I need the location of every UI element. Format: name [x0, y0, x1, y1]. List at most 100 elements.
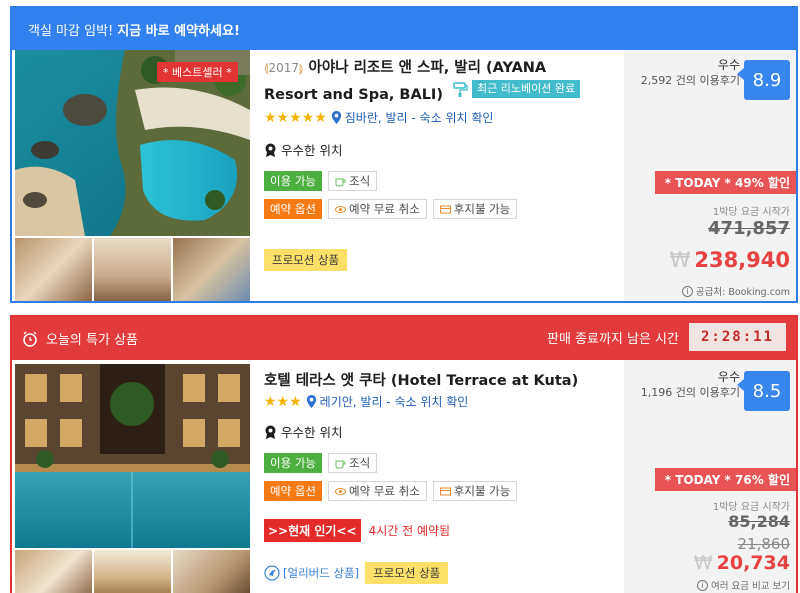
promo-tag: 프로모션 상품: [365, 562, 449, 584]
sale-price-value: 238,940: [694, 248, 790, 272]
score-badge: 8.9: [737, 60, 790, 100]
feature-text: 우수한 위치: [281, 143, 343, 158]
hotel-main-photo[interactable]: [15, 364, 250, 548]
room-thumbnail-3[interactable]: [173, 238, 250, 301]
discount-badge: * TODAY * 49% 할인: [654, 171, 796, 194]
medal-icon: [265, 143, 276, 157]
per-night-label: 1박당 요금 시작가: [712, 207, 790, 218]
hot-badge: >>현재 인기<<: [264, 519, 361, 542]
banner-cta: 지금 바로 예약하세요!: [117, 23, 240, 39]
eye-icon: [334, 205, 346, 213]
info-icon: i: [697, 579, 709, 591]
promo-row: [얼리버드 상품] 프로모션 상품: [264, 562, 624, 584]
star-location-line: ★★★★★ 짐바란, 발리 - 숙소 위치 확인: [264, 109, 624, 126]
rating-text: 우수: [717, 370, 740, 384]
sale-price[interactable]: ₩238,940: [670, 248, 790, 272]
compare-text: 여러 요금 비교 보기: [711, 581, 790, 592]
hotel-title[interactable]: ⟬2017⟭ 아야나 리조트 앤 스파, 발리 (AYANA: [264, 56, 624, 80]
map-pin-icon: [306, 395, 316, 408]
free-cancel-label: 예약 무료 취소: [348, 484, 420, 498]
review-count: 1,196 건의 이용후기: [640, 386, 740, 399]
pay-later-label: 후지불 가능: [453, 202, 511, 216]
pay-later-label: 후지불 가능: [453, 484, 511, 498]
thumbnail-strip[interactable]: [15, 550, 250, 593]
tag-row-2: 예약 옵션 예약 무료 취소 후지불 가능: [264, 481, 624, 501]
recent-booking-text: 4시간 전 예약됨: [368, 524, 451, 538]
room-thumbnail-2[interactable]: [94, 238, 171, 301]
urgency-banner: 객실 마감 임박! 지금 바로 예약하세요!: [12, 8, 796, 50]
pay-later-tag: 후지불 가능: [432, 481, 518, 501]
hotel-title-line2[interactable]: Resort and Spa, BALI) 최근 리노베이션 완료: [264, 80, 624, 107]
score-badge: 8.5: [737, 371, 790, 411]
options-tag: 예약 옵션: [264, 481, 322, 501]
original-price: 85,284: [728, 512, 790, 531]
hotel-name-line2: Resort and Spa, BALI): [264, 87, 443, 103]
free-cancel-label: 예약 무료 취소: [348, 202, 420, 216]
pool-courtyard-image: [15, 364, 250, 548]
location-link[interactable]: 레기안, 발리 - 숙소 위치 확인: [320, 393, 469, 410]
star-location-line: ★★★ 레기안, 발리 - 숙소 위치 확인: [264, 393, 624, 410]
promo-tag: 프로모션 상품: [264, 249, 348, 271]
sale-price[interactable]: ₩20,734: [694, 552, 790, 574]
breakfast-tag: 조식: [327, 171, 378, 191]
room-thumbnail-1[interactable]: [15, 550, 92, 593]
thumbnail-strip[interactable]: [15, 238, 250, 301]
per-night-label: 1박당 요금 시작가: [712, 502, 790, 513]
free-cancel-tag: 예약 무료 취소: [327, 199, 427, 219]
location-link[interactable]: 짐바란, 발리 - 숙소 위치 확인: [345, 109, 494, 126]
map-pin-icon: [331, 111, 341, 124]
provider-text: 공급처: Booking.com: [695, 287, 790, 298]
deal-banner: 오늘의 특가 상품 판매 종료까지 남은 시간 2:28:11: [12, 317, 796, 360]
eye-icon: [334, 487, 346, 495]
promo-row: 프로모션 상품: [264, 249, 624, 271]
tag-row-1: 이용 가능 조식: [264, 453, 624, 473]
alarm-clock-icon: [23, 331, 37, 347]
price-panel[interactable]: 우수 2,592 건의 이용후기 8.9 * TODAY * 49% 할인 1박…: [624, 50, 796, 301]
deal-title: 오늘의 특가 상품: [46, 333, 138, 348]
early-bird-tag: [얼리버드 상품]: [283, 566, 360, 580]
medal-icon: [265, 425, 276, 439]
currency-symbol: ₩: [669, 248, 691, 272]
popularity-row: >>현재 인기<< 4시간 전 예약됨: [264, 519, 624, 542]
hotel-info: 호텔 테라스 앳 쿠타 (Hotel Terrace at Kuta) ★★★ …: [264, 369, 624, 584]
room-thumbnail-3[interactable]: [173, 550, 250, 593]
card-icon: [439, 487, 451, 495]
room-thumbnail-2[interactable]: [94, 550, 171, 593]
bestseller-badge: * 베스트셀러 *: [157, 62, 238, 82]
discount-badge: * TODAY * 76% 할인: [654, 468, 796, 491]
compare-prices-link[interactable]: i 여러 요금 비교 보기: [697, 578, 790, 592]
provider-info[interactable]: i 공급처: Booking.com: [681, 284, 790, 298]
review-count: 2,592 건의 이용후기: [640, 74, 740, 87]
currency-symbol: ₩: [693, 552, 713, 574]
sale-price-value: 20,734: [716, 552, 790, 574]
price-panel[interactable]: 우수 1,196 건의 이용후기 8.5 * TODAY * 76% 할인 1박…: [624, 360, 796, 593]
tag-row-1: 이용 가능 조식: [264, 171, 624, 191]
countdown-timer: 2:28:11: [688, 323, 786, 351]
countdown: 판매 종료까지 남은 시간 2:28:11: [547, 323, 786, 351]
review-summary[interactable]: 우수 1,196 건의 이용후기: [630, 370, 740, 400]
options-tag: 예약 옵션: [264, 199, 322, 219]
free-cancel-tag: 예약 무료 취소: [327, 481, 427, 501]
original-price: 471,857: [708, 218, 790, 239]
hotel-card-ayana[interactable]: 객실 마감 임박! 지금 바로 예약하세요! * 베스트셀러 * ⟬2017⟭ …: [10, 6, 798, 303]
breakfast-label: 조식: [348, 174, 371, 188]
hotel-info: ⟬2017⟭ 아야나 리조트 앤 스파, 발리 (AYANA Resort an…: [264, 56, 624, 271]
feature-row: 우수한 위치: [264, 140, 624, 159]
renovation-label: 최근 리노베이션 완료: [472, 80, 581, 98]
secondary-price: 21,860: [737, 535, 791, 553]
countdown-label: 판매 종료까지 남은 시간: [546, 331, 679, 347]
hotel-title[interactable]: 호텔 테라스 앳 쿠타 (Hotel Terrace at Kuta): [264, 369, 624, 393]
available-tag: 이용 가능: [264, 453, 322, 473]
hotel-name-line1[interactable]: 아야나 리조트 앤 스파, 발리 (AYANA: [309, 60, 547, 76]
tag-row-2: 예약 옵션 예약 무료 취소 후지불 가능: [264, 199, 624, 219]
paint-roller-icon: [453, 82, 468, 97]
star-rating: ★★★★★: [264, 109, 327, 126]
feature-row: 우수한 위치: [264, 422, 624, 441]
room-thumbnail-1[interactable]: [15, 238, 92, 301]
hotel-card-terrace[interactable]: 오늘의 특가 상품 판매 종료까지 남은 시간 2:28:11 호텔 테라스 앳…: [10, 315, 798, 593]
year-built: ⟬2017⟭: [264, 61, 304, 75]
rating-text: 우수: [717, 58, 740, 72]
review-summary[interactable]: 우수 2,592 건의 이용후기: [630, 58, 740, 88]
pay-later-tag: 후지불 가능: [432, 199, 518, 219]
breakfast-label: 조식: [348, 456, 371, 470]
